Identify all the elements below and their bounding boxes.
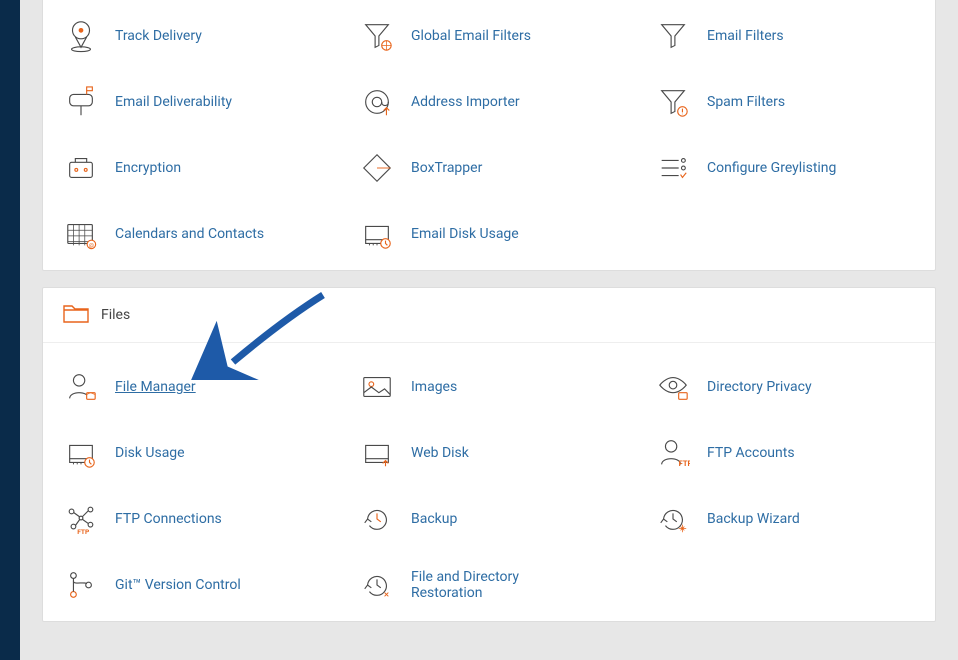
item-configure-greylisting[interactable]: Configure Greylisting [641,150,929,186]
item-boxtrapper[interactable]: BoxTrapper [345,150,633,186]
list-check-icon [655,150,691,186]
user-folder-icon [63,369,99,405]
item-web-disk[interactable]: Web Disk [345,435,633,471]
global-email-filters-link[interactable]: Global Email Filters [411,28,531,44]
files-panel-header: Files [43,288,935,343]
calendars-contacts-link[interactable]: Calendars and Contacts [115,226,264,242]
images-link[interactable]: Images [411,379,457,395]
ftp-connections-link[interactable]: FTP Connections [115,511,222,527]
funnel-icon [655,18,691,54]
web-disk-link[interactable]: Web Disk [411,445,469,461]
item-file-directory-restoration[interactable]: File and Directory Restoration [345,567,633,603]
email-panel: Track Delivery Global Email Filters [42,0,936,271]
item-track-delivery[interactable]: Track Delivery [49,18,337,54]
pin-icon [63,18,99,54]
directory-privacy-link[interactable]: Directory Privacy [707,379,812,395]
sidebar-nav [0,0,20,660]
spam-filters-link[interactable]: Spam Filters [707,94,785,110]
funnel-globe-icon [359,18,395,54]
email-deliverability-link[interactable]: Email Deliverability [115,94,232,110]
item-backup[interactable]: Backup [345,501,633,537]
funnel-alert-icon [655,84,691,120]
item-encryption[interactable]: Encryption [49,150,337,186]
item-disk-usage[interactable]: Disk Usage [49,435,337,471]
briefcase-icon [63,150,99,186]
item-directory-privacy[interactable]: Directory Privacy [641,369,929,405]
calendar-at-icon: @ [63,216,99,252]
clock-sparkle-icon [655,501,691,537]
ftp-accounts-link[interactable]: FTP Accounts [707,445,795,461]
item-backup-wizard[interactable]: Backup Wizard [641,501,929,537]
backup-wizard-link[interactable]: Backup Wizard [707,511,800,527]
files-grid: File Manager Images [49,369,929,603]
backup-link[interactable]: Backup [411,511,457,527]
boxtrapper-link[interactable]: BoxTrapper [411,160,482,176]
file-manager-link[interactable]: File Manager [115,379,196,395]
item-global-email-filters[interactable]: Global Email Filters [345,18,633,54]
files-panel: Files File Manager [42,287,936,622]
email-disk-usage-link[interactable]: Email Disk Usage [411,226,519,242]
at-up-icon [359,84,395,120]
disk-clock-icon [63,435,99,471]
diamond-icon [359,150,395,186]
disk-clock-icon [359,216,395,252]
disk-usage-link[interactable]: Disk Usage [115,445,185,461]
item-ftp-connections[interactable]: FTP FTP Connections [49,501,337,537]
git-version-control-link[interactable]: Git™ Version Control [115,577,241,593]
item-ftp-accounts[interactable]: FTP FTP Accounts [641,435,929,471]
track-delivery-link[interactable]: Track Delivery [115,28,202,44]
encryption-link[interactable]: Encryption [115,160,181,176]
clock-arrow-icon [359,501,395,537]
clock-restore-icon [359,567,395,603]
svg-text:FTP: FTP [679,459,690,468]
address-importer-link[interactable]: Address Importer [411,94,520,110]
eye-folder-icon [655,369,691,405]
item-file-manager[interactable]: File Manager [49,369,337,405]
item-email-deliverability[interactable]: Email Deliverability [49,84,337,120]
image-icon [359,369,395,405]
item-email-filters[interactable]: Email Filters [641,18,929,54]
folder-icon [63,302,89,328]
disk-arrow-icon [359,435,395,471]
configure-greylisting-link[interactable]: Configure Greylisting [707,160,836,176]
network-ftp-icon: FTP [63,501,99,537]
files-title: Files [101,307,130,323]
email-grid: Track Delivery Global Email Filters [49,18,929,252]
item-email-disk-usage[interactable]: Email Disk Usage [345,216,633,252]
svg-text:FTP: FTP [77,528,90,536]
mailbox-icon [63,84,99,120]
git-icon [63,567,99,603]
user-ftp-icon: FTP [655,435,691,471]
item-images[interactable]: Images [345,369,633,405]
item-spam-filters[interactable]: Spam Filters [641,84,929,120]
file-directory-restoration-link[interactable]: File and Directory Restoration [411,569,561,601]
email-filters-link[interactable]: Email Filters [707,28,784,44]
item-git-version-control[interactable]: Git™ Version Control [49,567,337,603]
svg-text:@: @ [89,243,94,249]
item-address-importer[interactable]: Address Importer [345,84,633,120]
item-calendars-contacts[interactable]: @ Calendars and Contacts [49,216,337,252]
